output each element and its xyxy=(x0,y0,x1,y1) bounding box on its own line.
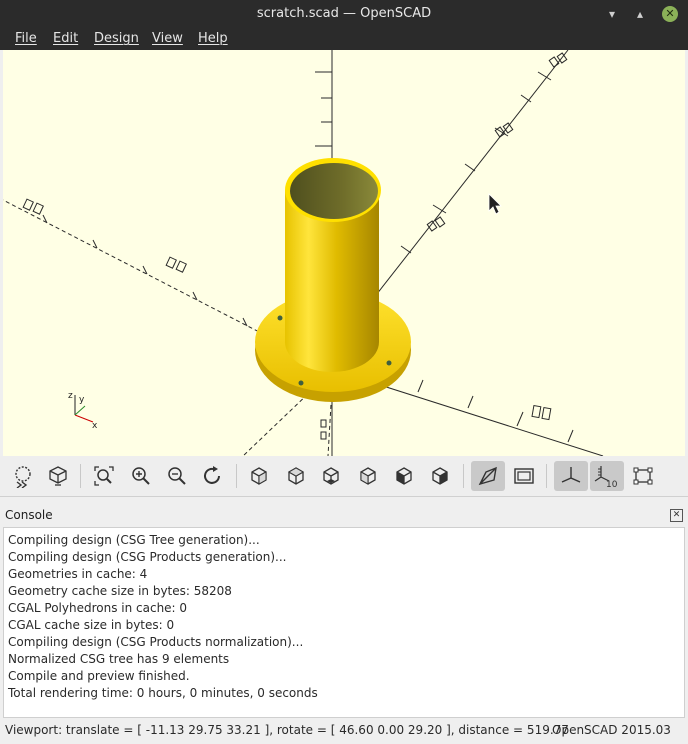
console-line: Compiling design (CSG Tree generation)..… xyxy=(8,533,260,547)
3d-viewport[interactable]: z y x xyxy=(3,50,685,456)
menu-view[interactable]: View xyxy=(152,31,183,46)
zoom-out-button[interactable] xyxy=(162,461,192,491)
svg-text:y: y xyxy=(79,395,85,405)
view-top-button[interactable] xyxy=(281,461,311,491)
console-line: Compile and preview finished. xyxy=(8,669,190,683)
menu-bar: File Edit Design View Help xyxy=(0,28,688,50)
toolbar-separator xyxy=(463,464,464,488)
console-line: Geometries in cache: 4 xyxy=(8,567,148,581)
console-line: Compiling design (CSG Products generatio… xyxy=(8,550,287,564)
view-bottom-button[interactable] xyxy=(316,461,346,491)
console-line: Normalized CSG tree has 9 elements xyxy=(8,652,230,666)
view-back-button[interactable] xyxy=(425,461,455,491)
axes-indicator-icon: z y x xyxy=(68,391,98,431)
viewport-status: Viewport: translate = [ -11.13 29.75 33.… xyxy=(5,723,569,737)
show-axes-button[interactable] xyxy=(554,461,588,491)
title-bar[interactable]: scratch.scad — OpenSCAD ▾ ▴ ✕ xyxy=(0,0,688,28)
zoom-in-button[interactable] xyxy=(126,461,156,491)
console-line: Total rendering time: 0 hours, 0 minutes… xyxy=(8,686,318,700)
version-label: OpenSCAD 2015.03 xyxy=(552,723,671,737)
orthogonal-icon xyxy=(514,468,534,484)
view-left-button[interactable] xyxy=(353,461,383,491)
maximize-button[interactable]: ▴ xyxy=(632,6,648,22)
orthogonal-button[interactable] xyxy=(509,461,539,491)
toolbar-separator xyxy=(546,464,547,488)
preview-icon xyxy=(15,466,31,488)
axes-icon xyxy=(561,467,581,483)
svg-text:z: z xyxy=(68,391,73,401)
perspective-icon xyxy=(478,466,497,486)
view-front-button[interactable] xyxy=(389,461,419,491)
cube-front-icon xyxy=(396,467,412,485)
scale-markers-icon: 10 xyxy=(594,466,618,488)
menu-file[interactable]: File xyxy=(15,31,37,46)
view-toolbar: 10 xyxy=(0,456,688,497)
window-title: scratch.scad — OpenSCAD xyxy=(256,6,432,21)
mouse-cursor-icon xyxy=(488,193,502,215)
console-line: CGAL cache size in bytes: 0 xyxy=(8,618,175,632)
cube-back-icon xyxy=(432,467,448,485)
view-all-icon xyxy=(94,466,114,486)
model-tube xyxy=(285,158,381,372)
app-window: scratch.scad — OpenSCAD ▾ ▴ ✕ File Edit … xyxy=(0,0,688,744)
cube-top-icon xyxy=(287,467,305,485)
render-icon xyxy=(49,466,67,486)
console-line: CGAL Polyhedrons in cache: 0 xyxy=(8,601,188,615)
cube-bottom-icon xyxy=(323,467,339,485)
zoom-in-icon xyxy=(132,467,150,485)
close-window-button[interactable]: ✕ xyxy=(662,6,678,22)
menu-help[interactable]: Help xyxy=(198,31,228,46)
show-scale-button[interactable]: 10 xyxy=(590,461,624,491)
status-bar: Viewport: translate = [ -11.13 29.75 33.… xyxy=(0,720,688,744)
cube-left-icon xyxy=(360,467,376,485)
cube-right-icon xyxy=(251,467,267,485)
viewport-scene: z y x xyxy=(3,50,604,456)
console-header: Console ✕ xyxy=(0,505,688,527)
view-all-button[interactable] xyxy=(89,461,119,491)
show-edges-button[interactable] xyxy=(628,461,658,491)
render-button[interactable] xyxy=(43,461,73,491)
console-line: Compiling design (CSG Products normaliza… xyxy=(8,635,304,649)
reset-view-button[interactable] xyxy=(198,461,228,491)
svg-text:x: x xyxy=(92,421,98,431)
edges-icon xyxy=(633,467,653,485)
console-title: Console xyxy=(5,508,53,522)
console-close-button[interactable]: ✕ xyxy=(670,509,683,522)
zoom-out-icon xyxy=(168,467,186,485)
minimize-button[interactable]: ▾ xyxy=(604,6,620,22)
scale-label: 10 xyxy=(606,480,618,488)
toolbar-separator xyxy=(236,464,237,488)
console-line: Geometry cache size in bytes: 58208 xyxy=(8,584,232,598)
reset-view-icon xyxy=(204,466,220,484)
perspective-button[interactable] xyxy=(471,461,505,491)
preview-button[interactable] xyxy=(8,461,38,491)
view-right-button[interactable] xyxy=(244,461,274,491)
menu-design[interactable]: Design xyxy=(94,31,139,46)
menu-edit[interactable]: Edit xyxy=(53,31,78,46)
console-output[interactable]: Compiling design (CSG Tree generation)..… xyxy=(3,527,685,718)
toolbar-separator xyxy=(80,464,81,488)
